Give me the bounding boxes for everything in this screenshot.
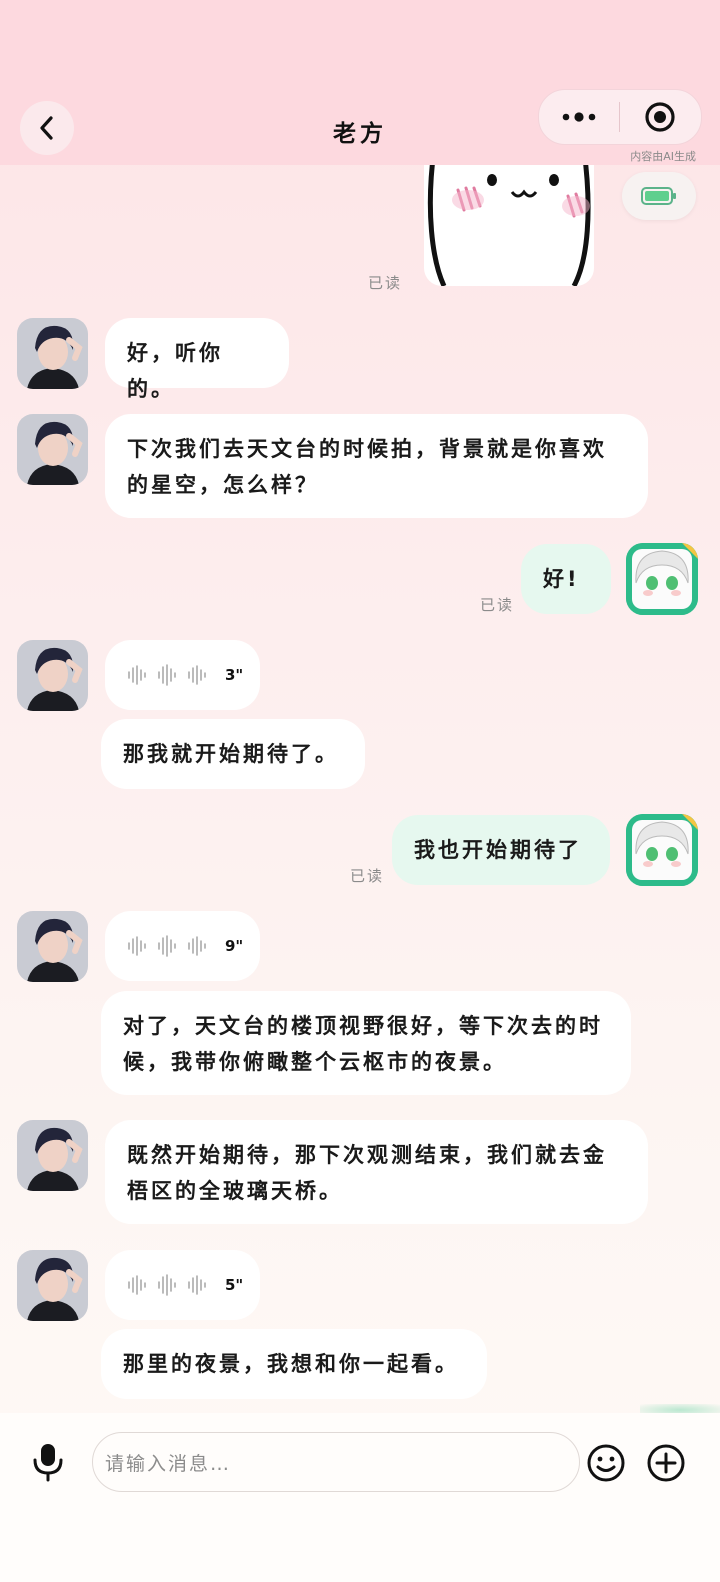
more-dots-icon: [562, 112, 596, 122]
message-input-placeholder: 请输入消息…: [105, 1452, 232, 1475]
voice-duration: 5": [225, 1276, 244, 1294]
contact-avatar[interactable]: [17, 1250, 88, 1321]
avatar-portrait-icon: [17, 1120, 88, 1191]
my-avatar[interactable]: [626, 543, 698, 615]
my-message-bubble[interactable]: 我也开始期待了: [392, 815, 610, 885]
voice-input-button[interactable]: [26, 1440, 70, 1484]
message-bubble[interactable]: 下次我们去天文台的时候拍，背景就是你喜欢的星空，怎么样？: [105, 414, 648, 518]
read-receipt: 已读: [480, 596, 515, 614]
battery-status[interactable]: [622, 172, 696, 220]
contact-avatar[interactable]: [17, 640, 88, 711]
cute-blob-sticker-icon: [427, 150, 591, 286]
voice-duration: 9": [225, 937, 244, 955]
read-receipt: 已读: [350, 867, 385, 885]
plus-circle-icon: [647, 1444, 685, 1482]
ai-generated-note: 内容由AI生成: [630, 150, 696, 163]
read-receipt: 已读: [368, 274, 403, 292]
voice-message[interactable]: 9": [105, 911, 260, 981]
emoji-button[interactable]: [585, 1442, 627, 1484]
my-avatar[interactable]: [626, 814, 698, 886]
my-message-bubble[interactable]: 好!: [521, 544, 611, 614]
more-actions-button[interactable]: [645, 1442, 687, 1484]
sticker-image[interactable]: [424, 150, 594, 286]
avatar-portrait-icon: [17, 1250, 88, 1321]
contact-avatar[interactable]: [17, 318, 88, 389]
message-bubble[interactable]: 既然开始期待，那下次观测结束，我们就去金梧区的全玻璃天桥。: [105, 1120, 648, 1224]
sound-wave-icon: [128, 664, 206, 686]
message-input[interactable]: 请输入消息…: [92, 1432, 580, 1492]
anime-girl-avatar-icon: [626, 543, 698, 615]
close-mini-program-button[interactable]: [620, 90, 700, 144]
voice-message[interactable]: 5": [105, 1250, 260, 1320]
avatar-portrait-icon: [17, 318, 88, 389]
anime-girl-avatar-icon: [626, 814, 698, 886]
smiley-icon: [587, 1444, 625, 1482]
avatar-portrait-icon: [17, 640, 88, 711]
top-bar: 老方: [0, 0, 720, 165]
message-bubble[interactable]: 那我就开始期待了。: [101, 719, 365, 789]
sound-wave-icon: [128, 1274, 206, 1296]
more-button[interactable]: [539, 90, 619, 144]
message-bubble[interactable]: 那里的夜景，我想和你一起看。: [101, 1329, 487, 1399]
message-bubble[interactable]: 好，听你的。: [105, 318, 289, 401]
avatar-portrait-icon: [17, 414, 88, 485]
contact-avatar[interactable]: [17, 414, 88, 485]
message-bubble[interactable]: 对了，天文台的楼顶视野很好，等下次去的时候，我带你俯瞰整个云枢市的夜景。: [101, 991, 631, 1095]
voice-message[interactable]: 3": [105, 640, 260, 710]
contact-avatar[interactable]: [17, 1120, 88, 1191]
sound-wave-icon: [128, 935, 206, 957]
microphone-icon: [33, 1444, 63, 1482]
contact-avatar[interactable]: [17, 911, 88, 982]
battery-icon: [641, 187, 676, 205]
mini-program-capsule: [538, 89, 702, 145]
avatar-portrait-icon: [17, 911, 88, 982]
target-circle-icon: [645, 102, 675, 132]
voice-duration: 3": [225, 666, 244, 684]
